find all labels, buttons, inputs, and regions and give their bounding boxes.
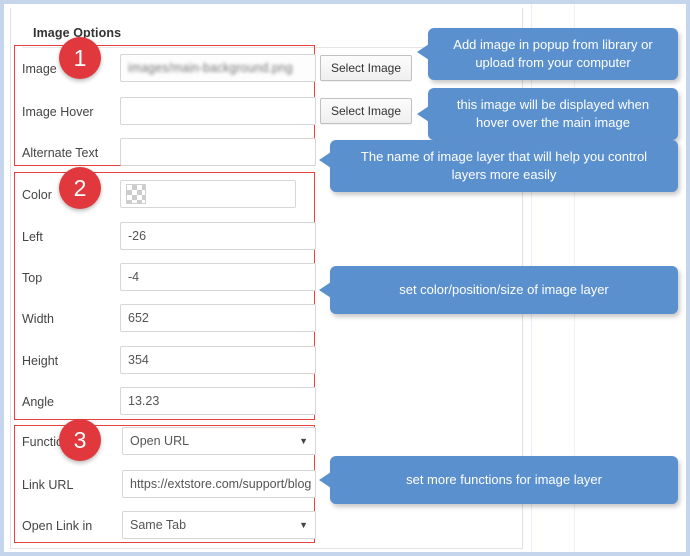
label-image-hover: Image Hover: [22, 105, 94, 119]
label-open-link-in: Open Link in: [22, 519, 93, 533]
label-top: Top: [22, 271, 43, 285]
label-angle: Angle: [22, 395, 54, 409]
callout-image-hover: this image will be displayed when hover …: [417, 88, 678, 140]
annotation-badge-1: 1: [59, 37, 101, 79]
image-path-input[interactable]: images/main-background.png: [120, 54, 316, 82]
callout-text-1: Add image in popup from library or uploa…: [453, 37, 653, 70]
height-input[interactable]: 354: [120, 346, 316, 374]
callout-style: set color/position/size of image layer: [319, 266, 678, 314]
left-input[interactable]: -26: [120, 222, 316, 250]
image-hover-input[interactable]: [120, 97, 316, 125]
callout-tail-icon-4: [319, 282, 331, 298]
open-link-in-select-value: Same Tab: [130, 518, 187, 532]
callout-tail-icon-3: [319, 152, 331, 168]
callout-text-3: The name of image layer that will help y…: [360, 149, 648, 182]
callout-tail-icon-1: [417, 44, 429, 60]
screenshot-root: Image Options Image images/main-backgrou…: [0, 0, 690, 556]
label-image: Image: [22, 62, 57, 76]
label-width: Width: [22, 312, 54, 326]
label-alternate-text: Alternate Text: [22, 146, 99, 160]
callout-text-4: set color/position/size of image layer: [399, 282, 609, 297]
function-select-value: Open URL: [130, 434, 190, 448]
angle-input[interactable]: 13.23: [120, 387, 316, 415]
annotation-badge-2: 2: [59, 167, 101, 209]
callout-alternate-text: The name of image layer that will help y…: [319, 140, 678, 192]
label-color: Color: [22, 188, 52, 202]
link-url-input[interactable]: https://extstore.com/support/blog: [122, 470, 316, 498]
chevron-down-icon: ▼: [299, 435, 308, 446]
select-image-button-2[interactable]: Select Image: [320, 98, 412, 124]
callout-functions: set more functions for image layer: [319, 456, 678, 504]
callout-text-2: this image will be displayed when hover …: [456, 97, 650, 130]
label-left: Left: [22, 230, 43, 244]
callout-tail-icon-5: [319, 472, 331, 488]
select-image-button-1[interactable]: Select Image: [320, 55, 412, 81]
callout-tail-icon-2: [417, 106, 429, 122]
function-select[interactable]: Open URL ▼: [122, 427, 316, 455]
color-picker-field[interactable]: [120, 180, 296, 208]
chevron-down-icon-2: ▼: [299, 519, 308, 530]
open-link-in-select[interactable]: Same Tab ▼: [122, 511, 316, 539]
top-input[interactable]: -4: [120, 263, 316, 291]
alternate-text-input[interactable]: [120, 138, 316, 166]
label-link-url: Link URL: [22, 478, 74, 492]
annotation-badge-3: 3: [59, 419, 101, 461]
color-swatch-icon: [126, 184, 146, 204]
group-box-style: [14, 172, 315, 420]
label-height: Height: [22, 354, 59, 368]
callout-image: Add image in popup from library or uploa…: [417, 28, 678, 80]
width-input[interactable]: 652: [120, 304, 316, 332]
callout-text-5: set more functions for image layer: [406, 472, 602, 487]
